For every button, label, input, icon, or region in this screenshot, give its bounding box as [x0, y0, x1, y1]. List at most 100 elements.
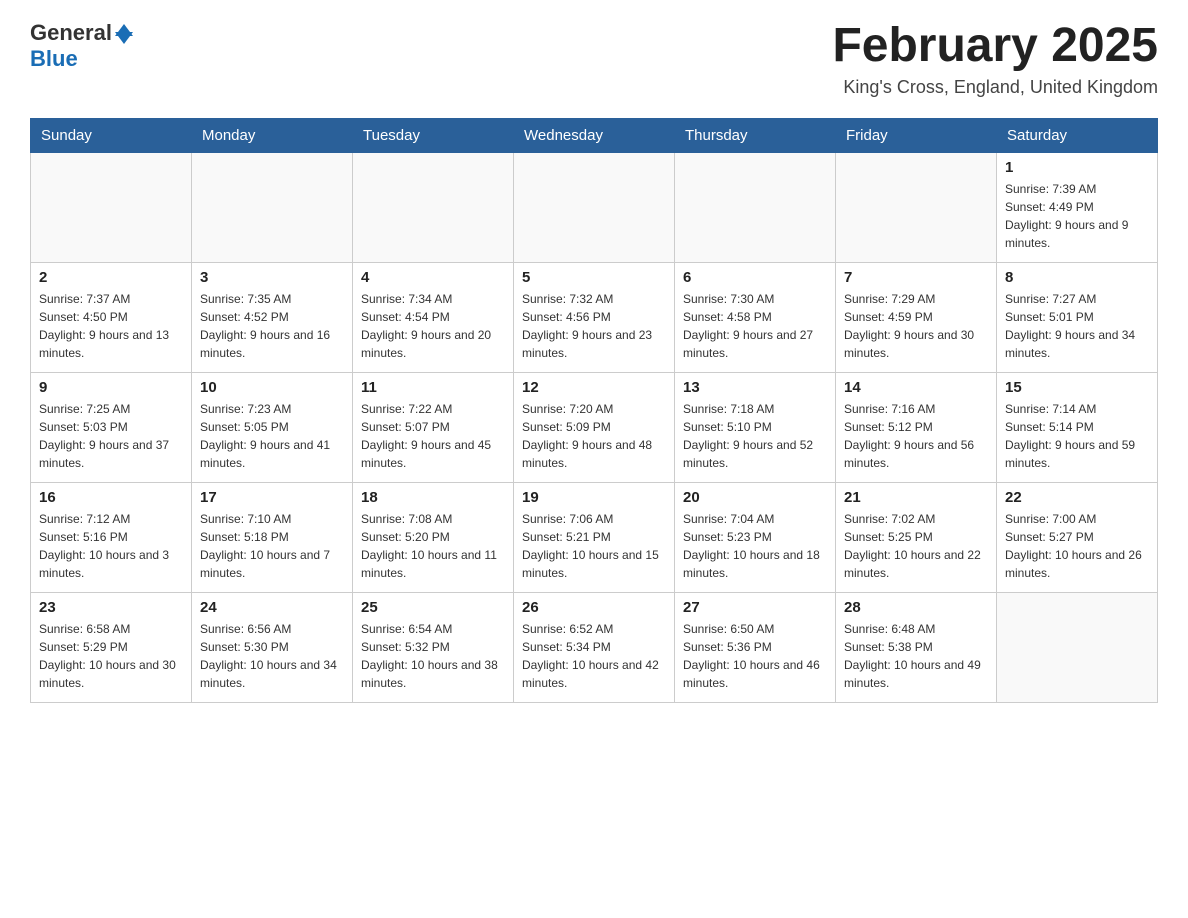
- day-info: Sunrise: 7:22 AMSunset: 5:07 PMDaylight:…: [361, 400, 505, 472]
- day-info: Sunrise: 7:06 AMSunset: 5:21 PMDaylight:…: [522, 510, 666, 582]
- logo: General Blue: [30, 20, 133, 73]
- calendar-cell: 26 Sunrise: 6:52 AMSunset: 5:34 PMDayligh…: [514, 592, 675, 702]
- calendar-cell: 21 Sunrise: 7:02 AMSunset: 5:25 PMDayligh…: [836, 482, 997, 592]
- calendar-cell: 18 Sunrise: 7:08 AMSunset: 5:20 PMDayligh…: [353, 482, 514, 592]
- calendar-cell: 4 Sunrise: 7:34 AMSunset: 4:54 PMDaylight…: [353, 262, 514, 372]
- calendar-cell: 17 Sunrise: 7:10 AMSunset: 5:18 PMDayligh…: [192, 482, 353, 592]
- calendar-cell: 5 Sunrise: 7:32 AMSunset: 4:56 PMDaylight…: [514, 262, 675, 372]
- day-number: 27: [683, 599, 827, 616]
- day-number: 23: [39, 599, 183, 616]
- day-number: 9: [39, 379, 183, 396]
- calendar-cell: 3 Sunrise: 7:35 AMSunset: 4:52 PMDaylight…: [192, 262, 353, 372]
- day-number: 28: [844, 599, 988, 616]
- calendar-week-row: 16 Sunrise: 7:12 AMSunset: 5:16 PMDayligh…: [31, 482, 1158, 592]
- day-info: Sunrise: 7:30 AMSunset: 4:58 PMDaylight:…: [683, 290, 827, 362]
- calendar-cell: 22 Sunrise: 7:00 AMSunset: 5:27 PMDayligh…: [997, 482, 1158, 592]
- day-info: Sunrise: 7:08 AMSunset: 5:20 PMDaylight:…: [361, 510, 505, 582]
- day-number: 26: [522, 599, 666, 616]
- calendar-cell: 10 Sunrise: 7:23 AMSunset: 5:05 PMDayligh…: [192, 372, 353, 482]
- calendar-day-header: Sunday: [31, 118, 192, 152]
- calendar-cell: 8 Sunrise: 7:27 AMSunset: 5:01 PMDaylight…: [997, 262, 1158, 372]
- calendar-cell: 1 Sunrise: 7:39 AMSunset: 4:49 PMDaylight…: [997, 152, 1158, 262]
- day-number: 16: [39, 489, 183, 506]
- day-number: 17: [200, 489, 344, 506]
- calendar-week-row: 9Sunrise: 7:25 AMSunset: 5:03 PMDaylight…: [31, 372, 1158, 482]
- calendar-cell: 23Sunrise: 6:58 AMSunset: 5:29 PMDayligh…: [31, 592, 192, 702]
- calendar-cell: [31, 152, 192, 262]
- day-info: Sunrise: 6:48 AMSunset: 5:38 PMDaylight:…: [844, 620, 988, 692]
- location: King's Cross, England, United Kingdom: [832, 77, 1158, 98]
- day-number: 6: [683, 269, 827, 286]
- calendar-day-header: Tuesday: [353, 118, 514, 152]
- calendar-table: SundayMondayTuesdayWednesdayThursdayFrid…: [30, 118, 1158, 703]
- calendar-cell: 16 Sunrise: 7:12 AMSunset: 5:16 PMDayligh…: [31, 482, 192, 592]
- calendar-cell: [514, 152, 675, 262]
- day-info: Sunrise: 6:52 AMSunset: 5:34 PMDaylight:…: [522, 620, 666, 692]
- calendar-day-header: Wednesday: [514, 118, 675, 152]
- calendar-cell: 2 Sunrise: 7:37 AMSunset: 4:50 PMDaylight…: [31, 262, 192, 372]
- calendar-cell: 15 Sunrise: 7:14 AMSunset: 5:14 PMDayligh…: [997, 372, 1158, 482]
- day-info: Sunrise: 7:18 AMSunset: 5:10 PMDaylight:…: [683, 400, 827, 472]
- calendar-cell: 12 Sunrise: 7:20 AMSunset: 5:09 PMDayligh…: [514, 372, 675, 482]
- day-number: 18: [361, 489, 505, 506]
- day-info: Sunrise: 7:04 AMSunset: 5:23 PMDaylight:…: [683, 510, 827, 582]
- day-info: Sunrise: 7:37 AMSunset: 4:50 PMDaylight:…: [39, 290, 183, 362]
- day-info: Sunrise: 7:23 AMSunset: 5:05 PMDaylight:…: [200, 400, 344, 472]
- calendar-day-header: Saturday: [997, 118, 1158, 152]
- calendar-cell: 27 Sunrise: 6:50 AMSunset: 5:36 PMDayligh…: [675, 592, 836, 702]
- day-number: 25: [361, 599, 505, 616]
- day-number: 24: [200, 599, 344, 616]
- day-info: Sunrise: 7:12 AMSunset: 5:16 PMDaylight:…: [39, 510, 183, 582]
- day-info: Sunrise: 7:35 AMSunset: 4:52 PMDaylight:…: [200, 290, 344, 362]
- day-info: Sunrise: 7:39 AMSunset: 4:49 PMDaylight:…: [1005, 180, 1149, 252]
- calendar-day-header: Friday: [836, 118, 997, 152]
- title-area: February 2025 King's Cross, England, Uni…: [832, 20, 1158, 98]
- calendar-day-header: Thursday: [675, 118, 836, 152]
- calendar-cell: [353, 152, 514, 262]
- logo-general: General: [30, 20, 112, 46]
- day-info: Sunrise: 7:32 AMSunset: 4:56 PMDaylight:…: [522, 290, 666, 362]
- calendar-cell: [675, 152, 836, 262]
- day-info: Sunrise: 6:50 AMSunset: 5:36 PMDaylight:…: [683, 620, 827, 692]
- day-number: 3: [200, 269, 344, 286]
- day-number: 13: [683, 379, 827, 396]
- day-info: Sunrise: 7:02 AMSunset: 5:25 PMDaylight:…: [844, 510, 988, 582]
- calendar-cell: 20Sunrise: 7:04 AMSunset: 5:23 PMDayligh…: [675, 482, 836, 592]
- day-info: Sunrise: 6:56 AMSunset: 5:30 PMDaylight:…: [200, 620, 344, 692]
- day-number: 15: [1005, 379, 1149, 396]
- day-number: 5: [522, 269, 666, 286]
- day-number: 10: [200, 379, 344, 396]
- day-number: 2: [39, 269, 183, 286]
- month-title: February 2025: [832, 20, 1158, 73]
- day-info: Sunrise: 7:00 AMSunset: 5:27 PMDaylight:…: [1005, 510, 1149, 582]
- page-header: General Blue February 2025 King's Cross,…: [30, 20, 1158, 98]
- calendar-header-row: SundayMondayTuesdayWednesdayThursdayFrid…: [31, 118, 1158, 152]
- day-info: Sunrise: 7:34 AMSunset: 4:54 PMDaylight:…: [361, 290, 505, 362]
- calendar-cell: 11Sunrise: 7:22 AMSunset: 5:07 PMDayligh…: [353, 372, 514, 482]
- day-number: 8: [1005, 269, 1149, 286]
- calendar-cell: 19Sunrise: 7:06 AMSunset: 5:21 PMDayligh…: [514, 482, 675, 592]
- calendar-week-row: 23Sunrise: 6:58 AMSunset: 5:29 PMDayligh…: [31, 592, 1158, 702]
- day-number: 22: [1005, 489, 1149, 506]
- day-info: Sunrise: 7:20 AMSunset: 5:09 PMDaylight:…: [522, 400, 666, 472]
- day-info: Sunrise: 7:29 AMSunset: 4:59 PMDaylight:…: [844, 290, 988, 362]
- calendar-cell: 25 Sunrise: 6:54 AMSunset: 5:32 PMDayligh…: [353, 592, 514, 702]
- day-info: Sunrise: 7:14 AMSunset: 5:14 PMDaylight:…: [1005, 400, 1149, 472]
- day-info: Sunrise: 7:27 AMSunset: 5:01 PMDaylight:…: [1005, 290, 1149, 362]
- day-info: Sunrise: 7:10 AMSunset: 5:18 PMDaylight:…: [200, 510, 344, 582]
- calendar-cell: 13 Sunrise: 7:18 AMSunset: 5:10 PMDayligh…: [675, 372, 836, 482]
- calendar-cell: [997, 592, 1158, 702]
- day-info: Sunrise: 6:54 AMSunset: 5:32 PMDaylight:…: [361, 620, 505, 692]
- day-number: 1: [1005, 159, 1149, 176]
- day-number: 7: [844, 269, 988, 286]
- day-number: 4: [361, 269, 505, 286]
- calendar-day-header: Monday: [192, 118, 353, 152]
- day-number: 14: [844, 379, 988, 396]
- calendar-cell: 28 Sunrise: 6:48 AMSunset: 5:38 PMDayligh…: [836, 592, 997, 702]
- day-number: 21: [844, 489, 988, 506]
- calendar-cell: [836, 152, 997, 262]
- logo-blue: Blue: [30, 46, 78, 71]
- calendar-cell: [192, 152, 353, 262]
- day-number: 12: [522, 379, 666, 396]
- calendar-cell: 9Sunrise: 7:25 AMSunset: 5:03 PMDaylight…: [31, 372, 192, 482]
